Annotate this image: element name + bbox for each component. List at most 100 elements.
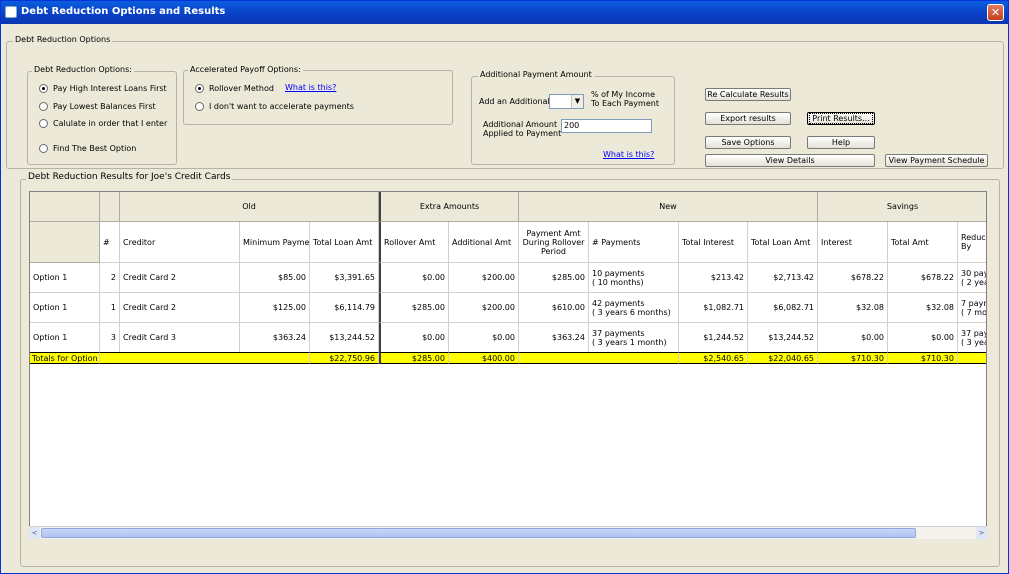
row-savings-interest: $678.22 [818,263,888,293]
results-legend: Debt Reduction Results for Joe's Credit … [26,172,233,182]
col-header-total-loan: Total Loan Amt [310,222,379,263]
window-title: Debt Reduction Options and Results [21,6,226,17]
row-new-total-loan: $6,082.71 [748,293,818,323]
group-header-savings: Savings [818,192,986,222]
row-savings-interest: $32.08 [818,293,888,323]
payments-duration: ( 3 years 1 month) [592,337,667,347]
row-min-payment: $125.00 [240,293,310,323]
row-num: 1 [100,293,120,323]
row-payments: 37 payments( 3 years 1 month) [589,323,679,353]
row-creditor: Credit Card 2 [120,263,240,293]
totals-savings-interest: $710.30 [818,352,888,364]
additional-amount-input[interactable]: 200 [561,119,652,133]
col-header-reduced-by: Reduced By [958,222,986,263]
totals-savings-total: $710.30 [888,352,958,364]
radio-button[interactable] [39,119,48,128]
payments-count: 37 payments [592,328,645,338]
save-options-button[interactable]: Save Options [705,136,791,149]
col-header-creditor: Creditor [120,222,240,263]
col-header-payments: # Payments [589,222,679,263]
col-header-num: # [100,222,120,263]
reduction-options-legend: Debt Reduction Options: [32,65,134,74]
row-payment-rollover: $363.24 [519,323,589,353]
percent-payment-label: To Each Payment [591,99,659,108]
row-payment-rollover: $610.00 [519,293,589,323]
row-rollover: $285.00 [379,293,449,323]
row-label: Option 1 [30,293,100,323]
col-header-min-payment: Minimum Payment [240,222,310,263]
row-header-blank [30,222,100,263]
scroll-left-icon[interactable]: < [29,527,40,539]
col-header-additional: Additional Amt [449,222,519,263]
radio-label: Find The Best Option [53,144,137,153]
what-is-this-link-additional[interactable]: What is this? [603,150,654,159]
totals-blank [519,352,679,364]
scroll-right-icon[interactable]: > [976,527,987,539]
view-payment-schedule-button[interactable]: View Payment Schedule [885,154,988,167]
title-bar[interactable]: Debt Reduction Options and Results ✕ [1,1,1008,24]
radio-best-option[interactable]: Find The Best Option [39,144,136,153]
help-button[interactable]: Help [807,136,875,149]
export-results-button[interactable]: Export results [705,112,791,125]
radio-lowest-balances[interactable]: Pay Lowest Balances First [39,102,156,111]
row-rollover: $0.00 [379,263,449,293]
row-num: 2 [100,263,120,293]
close-button[interactable]: ✕ [987,4,1004,21]
reduced-duration: ( 2 years 6 months) [961,277,986,287]
payments-count: 42 payments [592,298,645,308]
row-total-loan: $3,391.65 [310,263,379,293]
row-min-payment: $363.24 [240,323,310,353]
radio-button-selected[interactable] [39,84,48,93]
radio-rollover[interactable]: Rollover Method [195,84,274,93]
radio-button[interactable] [39,144,48,153]
row-additional: $0.00 [449,323,519,353]
payments-count: 10 payments [592,268,645,278]
group-header-extra: Extra Amounts [379,192,519,222]
radio-order-entered[interactable]: Calulate in order that I enter [39,119,167,128]
results-grid[interactable]: Old Extra Amounts New Savings # Creditor… [29,191,987,539]
row-creditor: Credit Card 3 [120,323,240,353]
row-num: 3 [100,323,120,353]
view-details-button[interactable]: View Details [705,154,875,167]
radio-label: Pay High Interest Loans First [53,84,167,93]
percent-combo[interactable]: ▼ [549,94,584,109]
col-header-payment-rollover: Payment Amt During Rollover Period [519,222,589,263]
row-min-payment: $85.00 [240,263,310,293]
radio-label: Pay Lowest Balances First [53,102,156,111]
totals-label: Totals for Option 0 [30,352,100,364]
radio-button-selected[interactable] [195,84,204,93]
accelerated-legend: Accelerated Payoff Options: [188,65,303,74]
percent-income-label: % of My Income [591,90,656,99]
main-window: Debt Reduction Options and Results ✕ Deb… [0,0,1009,574]
totals-rollover: $285.00 [379,352,449,364]
row-reduced-by: 7 payments( 7 months) [958,293,986,323]
scroll-thumb[interactable] [41,528,916,538]
totals-total-loan: $22,750.96 [310,352,379,364]
horizontal-scrollbar[interactable]: < > [29,526,987,539]
payments-duration: ( 3 years 6 months) [592,307,671,317]
row-savings-total: $678.22 [888,263,958,293]
radio-no-accelerate[interactable]: I don't want to accelerate payments [195,102,354,111]
radio-high-interest[interactable]: Pay High Interest Loans First [39,84,167,93]
totals-interest: $2,540.65 [679,352,748,364]
radio-button[interactable] [195,102,204,111]
totals-new-total: $22,040.65 [748,352,818,364]
payments-duration: ( 10 months) [592,277,644,287]
col-header-rollover: Rollover Amt [379,222,449,263]
group-header-new: New [519,192,818,222]
row-payments: 10 payments( 10 months) [589,263,679,293]
row-savings-total: $0.00 [888,323,958,353]
row-reduced-by: 30 payments( 2 years 6 months) [958,263,986,293]
row-additional: $200.00 [449,263,519,293]
what-is-this-link-accelerated[interactable]: What is this? [285,83,336,92]
chevron-down-icon[interactable]: ▼ [571,95,583,108]
row-new-total-loan: $13,244.52 [748,323,818,353]
reduced-count: 30 payments [961,268,986,278]
recalculate-button[interactable]: Re Calculate Results [705,88,791,101]
row-payments: 42 payments( 3 years 6 months) [589,293,679,323]
radio-button[interactable] [39,102,48,111]
row-total-loan: $13,244.52 [310,323,379,353]
row-total-interest: $1,082.71 [679,293,748,323]
print-results-button[interactable]: Print Results... [807,112,875,125]
reduced-count: 37 payments [961,328,986,338]
